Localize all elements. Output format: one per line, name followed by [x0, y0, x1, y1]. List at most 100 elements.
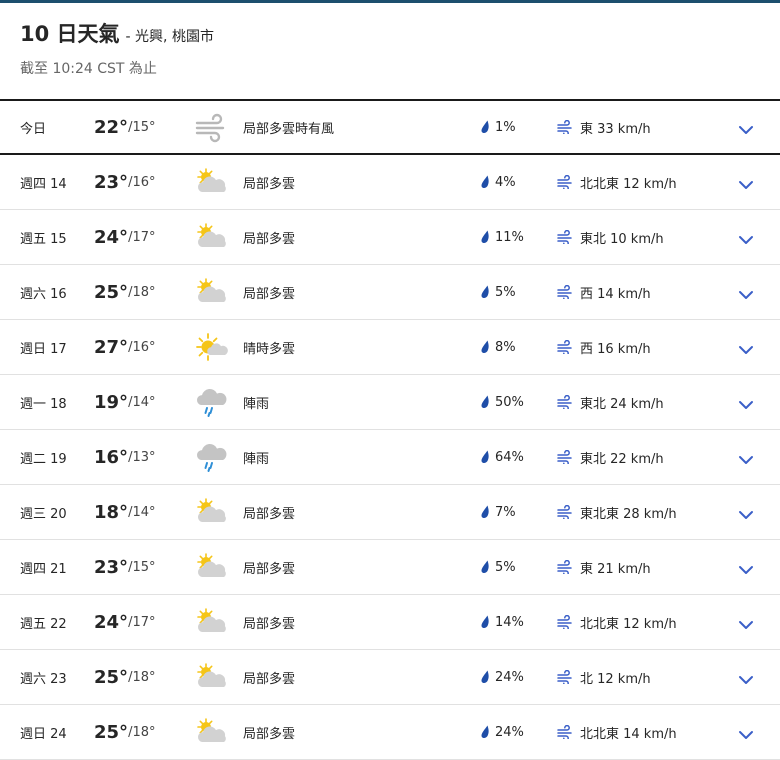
- chevron-down-icon[interactable]: [738, 671, 754, 684]
- chevron-down-icon[interactable]: [738, 176, 754, 189]
- forecast-list: 今日 22°/15° 局部多雲時有風 1% 東 33 km/h 週四 14 23° /16° 局…: [0, 99, 780, 760]
- low-temp: /16°: [128, 339, 156, 355]
- wind: 西 16 km/h: [557, 320, 651, 374]
- chevron-down-icon[interactable]: [738, 286, 754, 299]
- forecast-row[interactable]: 週五 22 24°/17° 局部多雲 14% 北北東 12 km/h: [0, 595, 780, 650]
- high-temp: 24°: [94, 226, 129, 248]
- partly-cloudy-icon: [193, 551, 229, 583]
- low-temp: /18°: [128, 669, 156, 685]
- condition-text: 局部多雲時有風: [243, 121, 335, 137]
- forecast-row[interactable]: 今日 22°/15° 局部多雲時有風 1% 東 33 km/h: [0, 99, 780, 155]
- condition-text: 陣雨: [243, 451, 270, 467]
- high-temp: 25°: [94, 721, 129, 743]
- wind-icon: [557, 120, 580, 134]
- precipitation: 7%: [480, 485, 516, 539]
- day-label: 週五 15: [20, 231, 67, 247]
- wind: 東 33 km/h: [557, 101, 651, 153]
- page-header: 10 日天氣 - 光興, 桃園市: [20, 18, 214, 48]
- temperature: 27°/16°: [94, 320, 155, 374]
- wind-value: 東北 22 km/h: [580, 451, 664, 467]
- condition-text: 局部多雲: [243, 561, 296, 577]
- low-temp: /17°: [128, 614, 156, 630]
- chevron-down-icon[interactable]: [738, 616, 754, 629]
- precipitation: 5%: [480, 265, 516, 319]
- low-temp: /18°: [128, 284, 156, 300]
- condition-text: 陣雨: [243, 396, 270, 412]
- wind-value: 北 12 km/h: [580, 671, 651, 687]
- temperature: 25°/18°: [94, 705, 155, 759]
- location-label: - 光興, 桃園市: [125, 29, 214, 45]
- wind-icon: [557, 230, 580, 244]
- day-label: 週六 16: [20, 286, 67, 302]
- raindrop-icon: [480, 230, 495, 244]
- chevron-down-icon[interactable]: [738, 396, 754, 409]
- raindrop-icon: [480, 450, 495, 464]
- high-temp: 25°: [94, 666, 129, 688]
- raindrop-icon: [480, 120, 495, 134]
- temperature: 25°/18°: [94, 265, 155, 319]
- high-temp: 24°: [94, 611, 129, 633]
- raindrop-icon: [480, 395, 495, 409]
- high-temp: 19°: [94, 391, 129, 413]
- wind-icon: [557, 670, 580, 684]
- high-temp: 25°: [94, 281, 129, 303]
- wind: 北北東 12 km/h: [557, 595, 677, 649]
- mostly-sunny-icon: [193, 331, 229, 363]
- precipitation-value: 8%: [495, 339, 516, 355]
- showers-icon: [193, 386, 229, 418]
- precipitation-value: 4%: [495, 174, 516, 190]
- precipitation-value: 14%: [495, 614, 524, 630]
- precipitation: 14%: [480, 595, 524, 649]
- precipitation: 50%: [480, 375, 524, 429]
- wind-value: 北北東 14 km/h: [580, 726, 677, 742]
- forecast-row[interactable]: 週日 24 25°/18° 局部多雲 24% 北北東 14 km/h: [0, 705, 780, 760]
- condition-text: 局部多雲: [243, 616, 296, 632]
- forecast-row[interactable]: 週三 20 18°/14° 局部多雲 7% 東北東 28 km/h: [0, 485, 780, 540]
- precipitation: 8%: [480, 320, 516, 374]
- raindrop-icon: [480, 285, 495, 299]
- day-label: 週四 14: [20, 176, 67, 192]
- wind-icon: [557, 395, 580, 409]
- forecast-row[interactable]: 週二 19 16°/13° 陣雨 64% 東北 22 km/h: [0, 430, 780, 485]
- temperature: 23°/15°: [94, 540, 155, 594]
- condition-text: 局部多雲: [243, 231, 296, 247]
- day-label: 週六 23: [20, 671, 67, 687]
- wind: 西 14 km/h: [557, 265, 651, 319]
- precipitation-value: 50%: [495, 394, 524, 410]
- forecast-row[interactable]: 週四 21 23°/15° 局部多雲 5% 東 21 km/h: [0, 540, 780, 595]
- forecast-row[interactable]: 週五 15 24°/17° 局部多雲 11% 東北 10 km/h: [0, 210, 780, 265]
- day-label: 今日: [20, 121, 47, 137]
- day-label: 週日 17: [20, 341, 67, 357]
- chevron-down-icon[interactable]: [738, 451, 754, 464]
- forecast-row[interactable]: 週四 14 23°/16° 局部多雲 4% 北北東 12 km/h: [0, 155, 780, 210]
- forecast-row[interactable]: 週六 16 25°/18° 局部多雲 5% 西 14 km/h: [0, 265, 780, 320]
- partly-cloudy-icon: [193, 496, 229, 528]
- chevron-down-icon[interactable]: [738, 561, 754, 574]
- forecast-row[interactable]: 週一 18 19°/14° 陣雨 50% 東北 24 km/h: [0, 375, 780, 430]
- temperature: 19°/14°: [94, 375, 155, 429]
- chevron-down-icon[interactable]: [738, 341, 754, 354]
- chevron-down-icon[interactable]: [738, 121, 754, 134]
- day-label: 週二 19: [20, 451, 67, 467]
- high-temp: 23°: [94, 171, 129, 193]
- precipitation-value: 64%: [495, 449, 524, 465]
- partly-cloudy-icon: [193, 221, 229, 253]
- low-temp: /17°: [128, 229, 156, 245]
- temperature: 25°/18°: [94, 650, 155, 704]
- partly-cloudy-icon: [193, 166, 229, 198]
- raindrop-icon: [480, 175, 495, 189]
- wind: 東 21 km/h: [557, 540, 651, 594]
- precipitation: 11%: [480, 210, 524, 264]
- chevron-down-icon[interactable]: [738, 231, 754, 244]
- forecast-row[interactable]: 週六 23 25°/18° 局部多雲 24% 北 12 km/h: [0, 650, 780, 705]
- precipitation: 64%: [480, 430, 524, 484]
- wind: 北北東 12 km/h: [557, 155, 677, 209]
- forecast-row[interactable]: 週日 17 27°/16° 晴時多雲 8% 西 16 km/h: [0, 320, 780, 375]
- condition-text: 局部多雲: [243, 726, 296, 742]
- chevron-down-icon[interactable]: [738, 506, 754, 519]
- wind: 東北 24 km/h: [557, 375, 664, 429]
- wind: 東北 10 km/h: [557, 210, 664, 264]
- temperature: 24°/17°: [94, 210, 155, 264]
- chevron-down-icon[interactable]: [738, 726, 754, 739]
- wind-icon: [557, 340, 580, 354]
